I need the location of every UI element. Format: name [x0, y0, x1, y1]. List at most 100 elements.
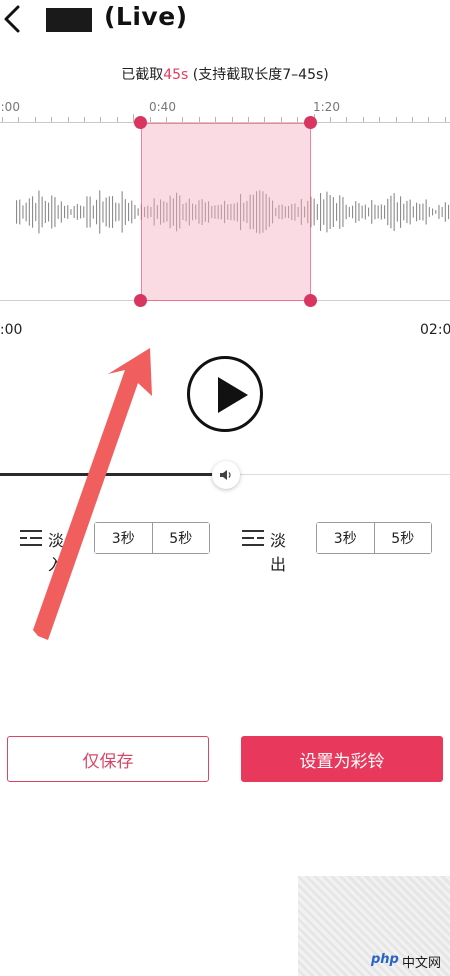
- waveform-bar: [89, 196, 91, 228]
- waveform-bar: [441, 207, 443, 217]
- waveform-bar: [371, 200, 373, 224]
- waveform-bar: [134, 205, 136, 219]
- waveform-bar: [387, 198, 389, 226]
- selection-handle-start-bottom[interactable]: [134, 294, 147, 307]
- header-bar: (Live): [0, 0, 450, 40]
- waveform-bar: [48, 202, 50, 222]
- waveform-bar: [422, 203, 424, 221]
- selection-handle-end-bottom[interactable]: [304, 294, 317, 307]
- waveform-bar: [326, 191, 328, 233]
- waveform-bar: [25, 202, 27, 222]
- waveform-bar: [320, 193, 322, 231]
- waveform-bar: [19, 199, 21, 225]
- status-range-note: (支持截取长度7–45s): [192, 67, 329, 83]
- waveform-bar: [390, 195, 392, 229]
- waveform-bar: [412, 206, 414, 218]
- timeline-end-label: 02:0: [420, 322, 450, 338]
- waveform-bar: [403, 203, 405, 221]
- waveform-bar: [444, 202, 446, 222]
- waveform-bar: [112, 196, 114, 228]
- waveform-bar: [54, 197, 56, 227]
- ruler-label-80s: 1:20: [313, 100, 340, 114]
- waveform-bar: [323, 199, 325, 225]
- waveform-bar: [364, 204, 366, 220]
- waveform-bar: [377, 205, 379, 219]
- waveform-bar: [22, 205, 24, 219]
- waveform-bar: [432, 208, 434, 216]
- waveform-bar: [96, 199, 98, 225]
- ruler-label-40s: 0:40: [149, 100, 176, 114]
- selection-range[interactable]: [141, 123, 311, 301]
- volume-slider-knob[interactable]: [212, 461, 240, 489]
- waveform-bar: [70, 209, 72, 215]
- waveform-bar: [416, 202, 418, 222]
- waveform-bar: [73, 206, 75, 218]
- fade-out-option-5s[interactable]: 5秒: [373, 523, 431, 553]
- set-ringtone-button[interactable]: 设置为彩铃: [241, 736, 443, 782]
- waveform-bar: [374, 204, 376, 220]
- waveform-bar: [64, 205, 66, 219]
- volume-track-empty[interactable]: [232, 474, 450, 475]
- waveform-bar: [345, 204, 347, 220]
- waveform-bar: [342, 197, 344, 227]
- page-title: (Live): [104, 2, 188, 31]
- waveform-bar: [115, 202, 117, 222]
- waveform-bar: [396, 202, 398, 222]
- fade-out-label: 淡出: [270, 531, 287, 574]
- waveform-bar: [99, 190, 101, 234]
- waveform-bar: [419, 203, 421, 220]
- waveform-bar: [380, 204, 382, 220]
- waveform-bar: [105, 197, 107, 227]
- waveform-bar: [358, 203, 360, 221]
- waveform-bar: [28, 198, 30, 226]
- waveform-bar: [16, 200, 18, 224]
- watermark-php: php: [371, 952, 399, 967]
- waveform-bar: [428, 207, 430, 217]
- waveform-bar: [108, 196, 110, 228]
- play-icon: [218, 377, 248, 413]
- selection-handle-end-top[interactable]: [304, 116, 317, 129]
- waveform-bar: [339, 195, 341, 229]
- waveform-bar: [80, 205, 82, 219]
- waveform-bar: [51, 195, 53, 229]
- waveform-bar: [384, 205, 386, 219]
- waveform-bar: [76, 204, 78, 220]
- waveform-bar: [32, 196, 34, 228]
- waveform-bar: [348, 206, 350, 217]
- redacted-title-block: [46, 8, 92, 32]
- waveform-bar: [336, 203, 338, 221]
- waveform-bar: [406, 200, 408, 224]
- fade-lines-icon: [242, 530, 264, 546]
- waveform-bar: [393, 193, 395, 231]
- ruler-label-start: 0:00: [0, 100, 20, 114]
- waveform-bar: [425, 199, 427, 225]
- waveform-bar: [355, 201, 357, 223]
- waveform-bar: [41, 196, 43, 228]
- waveform-bar: [332, 197, 334, 227]
- status-prefix: 已截取: [121, 67, 164, 83]
- waveform-bar: [102, 201, 104, 223]
- waveform-bar: [121, 191, 123, 233]
- waveform-bar: [83, 206, 85, 218]
- waveform-bar: [57, 205, 59, 219]
- waveform-bar: [131, 200, 133, 224]
- waveform-bar: [448, 204, 450, 220]
- waveform-bar: [67, 205, 69, 219]
- speaker-icon: [220, 470, 231, 480]
- waveform-bar: [368, 207, 370, 217]
- waveform-bar: [316, 204, 318, 220]
- waveform-bar: [86, 196, 88, 228]
- waveform-bar: [92, 205, 94, 219]
- waveform-bar: [400, 196, 402, 228]
- selection-handle-start-top[interactable]: [134, 116, 147, 129]
- fade-out-duration-selector: 3秒 5秒: [316, 522, 432, 554]
- waveform-bar: [118, 203, 120, 221]
- waveform-bar: [409, 199, 411, 225]
- fade-out-option-3s[interactable]: 3秒: [317, 523, 374, 553]
- back-button[interactable]: [2, 4, 24, 34]
- save-only-button[interactable]: 仅保存: [7, 736, 209, 782]
- status-duration: 45s: [163, 67, 189, 83]
- waveform-bar: [137, 208, 139, 216]
- waveform-bar: [38, 190, 40, 234]
- watermark-site: 中文网: [402, 956, 442, 971]
